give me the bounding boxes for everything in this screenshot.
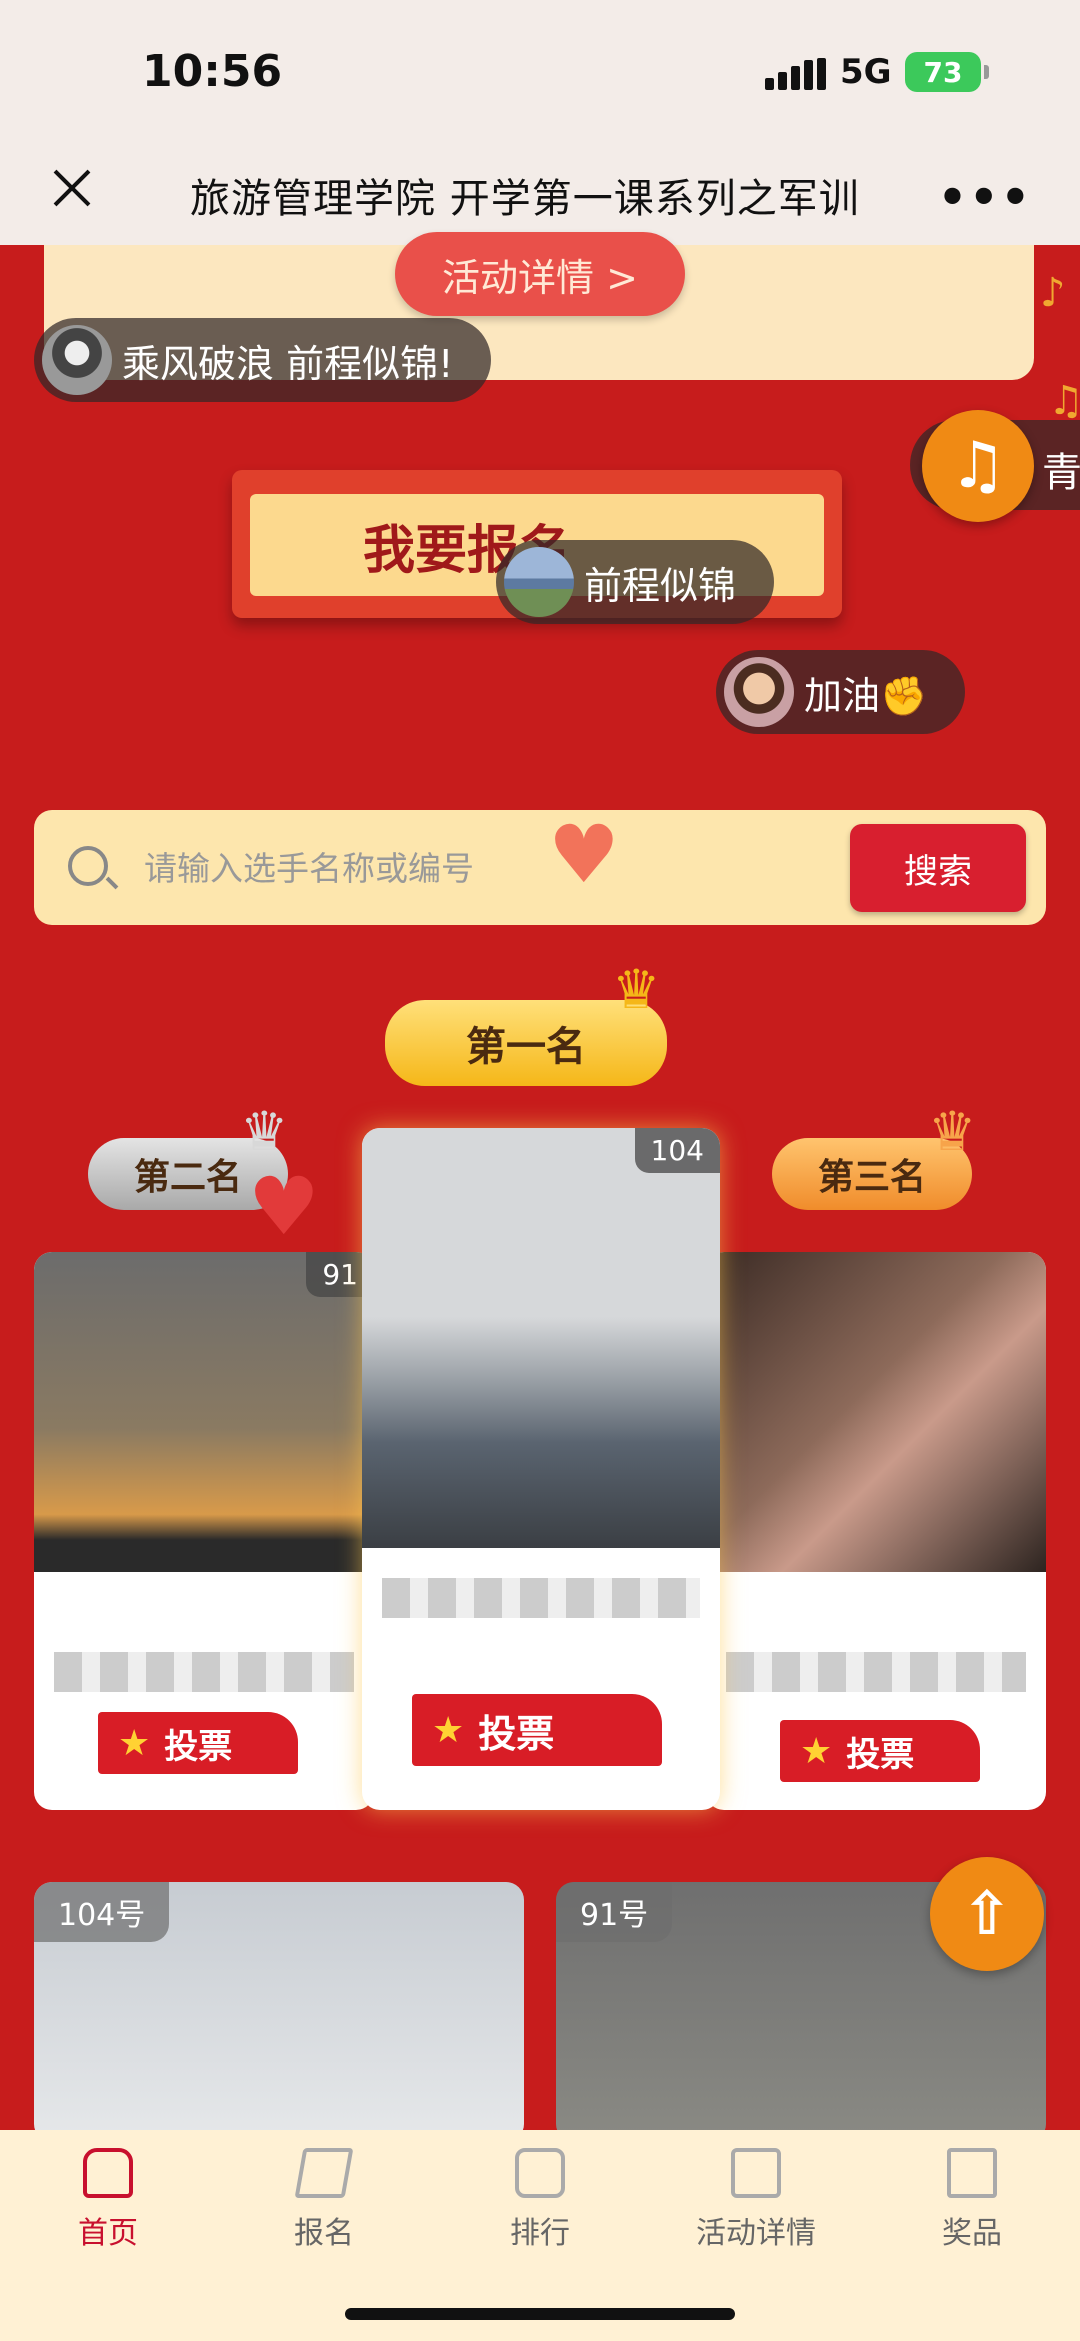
contestant-name (54, 1652, 354, 1692)
contestant-card-third[interactable]: ★ 投票 (706, 1252, 1046, 1810)
avatar (504, 547, 574, 617)
search-input[interactable] (144, 840, 564, 896)
battery-level: 73 (923, 55, 963, 89)
search-button[interactable]: 搜索 (850, 824, 1026, 912)
activity-detail-button[interactable]: 活动详情 > (395, 232, 685, 316)
contestant-photo (706, 1252, 1046, 1572)
status-bar: 10:56 5G 73 (0, 0, 1080, 140)
crown-icon: ♛ (612, 958, 661, 1021)
music-icon: ♫ (949, 429, 1007, 503)
heart-icon: ♥ (248, 1160, 320, 1253)
chart-icon (515, 2148, 565, 2198)
danmaku-text: 加油✊ (804, 673, 928, 718)
search-bar: 搜索 (34, 810, 1046, 925)
network-type: 5G (840, 52, 892, 92)
contestant-card-second[interactable]: 91 ★ 投票 (34, 1252, 374, 1810)
pencil-icon (294, 2148, 354, 2198)
contestant-number: 104号 (34, 1882, 170, 1942)
contestant-photo (34, 1252, 374, 1572)
danmaku-bubble: 前程似锦 (496, 540, 775, 624)
more-icon[interactable]: ••• (938, 170, 1032, 224)
vote-button[interactable]: ★ 投票 (98, 1712, 298, 1774)
contestant-name (726, 1652, 1026, 1692)
heart-icon: ♥ (548, 808, 620, 901)
title-bar: 旅游管理学院 开学第一课系列之军训 ••• (0, 140, 1080, 245)
star-icon: ★ (800, 1730, 833, 1772)
danmaku-text: 前程似锦 (584, 563, 737, 608)
back-to-top-button[interactable]: ⇧ (930, 1857, 1044, 1971)
danmaku-bubble: 加油✊ (716, 650, 966, 734)
crown-icon: ♛ (240, 1100, 289, 1163)
vote-button[interactable]: ★ 投票 (780, 1720, 980, 1782)
music-note-icon: ♫ (1048, 378, 1080, 424)
avatar (42, 325, 112, 395)
star-icon: ★ (118, 1722, 151, 1764)
crown-icon: ♛ (928, 1100, 977, 1163)
search-icon (68, 846, 108, 886)
arrow-up-icon: ⇧ (961, 1879, 1013, 1949)
gift-icon (947, 2148, 997, 2198)
music-button[interactable]: ♫ (922, 410, 1034, 522)
tab-home[interactable]: 首页 (8, 2148, 208, 2252)
battery-icon: 73 (905, 52, 989, 92)
tab-signup[interactable]: 报名 (224, 2148, 424, 2252)
tab-prizes[interactable]: 奖品 (872, 2148, 1072, 2252)
avatar (724, 657, 794, 727)
danmaku-text: 乘风破浪 前程似锦! (122, 341, 454, 386)
danmaku-bubble: 乘风破浪 前程似锦! (34, 318, 492, 402)
vote-button[interactable]: ★ 投票 (412, 1694, 662, 1766)
star-icon: ★ (432, 1709, 465, 1751)
page-title: 旅游管理学院 开学第一课系列之军训 (190, 176, 860, 222)
contestant-photo (362, 1128, 720, 1548)
vote-count: 104 (634, 1128, 720, 1173)
tab-ranking[interactable]: 排行 (440, 2148, 640, 2252)
contestant-name (382, 1578, 700, 1618)
close-icon[interactable] (48, 164, 96, 212)
contestant-card-first[interactable]: 104 ★ 投票 (362, 1128, 720, 1810)
music-note-icon: ♪ (1040, 270, 1066, 316)
status-time: 10:56 (142, 46, 283, 97)
home-indicator (345, 2308, 735, 2320)
signal-icon (765, 58, 826, 90)
danmaku-text-side: 青 (1042, 450, 1080, 496)
home-icon (83, 2148, 133, 2198)
document-icon (731, 2148, 781, 2198)
contestant-grid-card[interactable]: 104号 (34, 1882, 524, 2142)
tab-activity-detail[interactable]: 活动详情 (656, 2148, 856, 2252)
contestant-number: 91号 (556, 1882, 673, 1942)
